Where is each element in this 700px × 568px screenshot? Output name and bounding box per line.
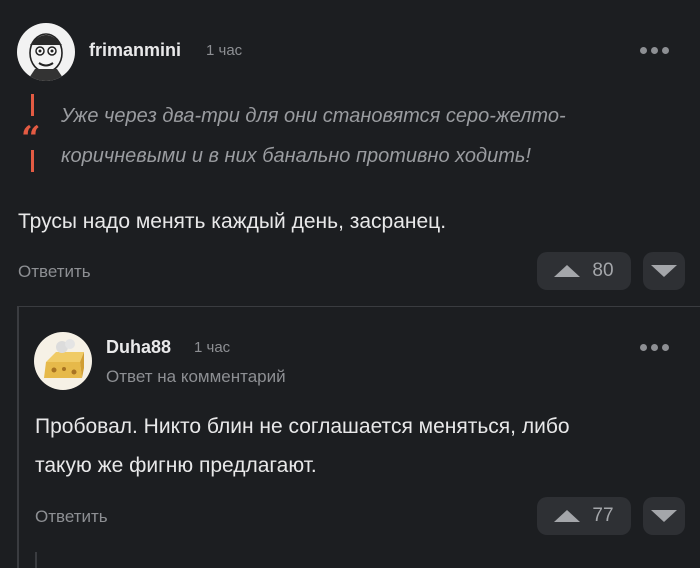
- downvote-button[interactable]: [643, 252, 685, 290]
- downvote-icon: [651, 510, 677, 522]
- thread-divider: [17, 306, 700, 307]
- comment-time: 1 час: [206, 42, 243, 59]
- comment-username[interactable]: frimanmini: [89, 40, 181, 61]
- quote-line-2: коричневыми и в них банально противно хо…: [61, 145, 531, 167]
- reply-text-line-2: такую же фигню предлагают.: [35, 454, 317, 477]
- thread-line[interactable]: [17, 306, 19, 568]
- downvote-button[interactable]: [643, 497, 685, 535]
- upvote-icon: [554, 265, 581, 277]
- reply-username[interactable]: Duha88: [106, 337, 171, 358]
- downvote-icon: [651, 265, 677, 277]
- avatar-duha88[interactable]: [34, 332, 92, 390]
- nested-thread-line[interactable]: [35, 552, 37, 568]
- more-icon[interactable]: [640, 344, 669, 351]
- avatar-frimanmini[interactable]: [17, 23, 75, 81]
- upvote-icon: [554, 510, 581, 522]
- reply-to-link[interactable]: Ответ на комментарий: [106, 367, 286, 387]
- upvote-button[interactable]: 80: [537, 252, 631, 290]
- quote-bar-top: [31, 94, 34, 116]
- more-icon[interactable]: [640, 47, 669, 54]
- upvote-button[interactable]: 77: [537, 497, 631, 535]
- rating-value: 80: [592, 260, 614, 281]
- reply-time: 1 час: [194, 339, 231, 356]
- reply-button[interactable]: Ответить: [18, 262, 91, 282]
- quote-bar-bottom: [31, 150, 34, 172]
- reply-button[interactable]: Ответить: [35, 507, 108, 527]
- comment-text: Трусы надо менять каждый день, засранец.: [18, 210, 447, 233]
- reply-text-line-1: Пробовал. Никто блин не соглашается меня…: [35, 415, 570, 438]
- rating-value: 77: [592, 505, 614, 526]
- quote-line-1: Уже через два-три для они становятся сер…: [61, 105, 566, 127]
